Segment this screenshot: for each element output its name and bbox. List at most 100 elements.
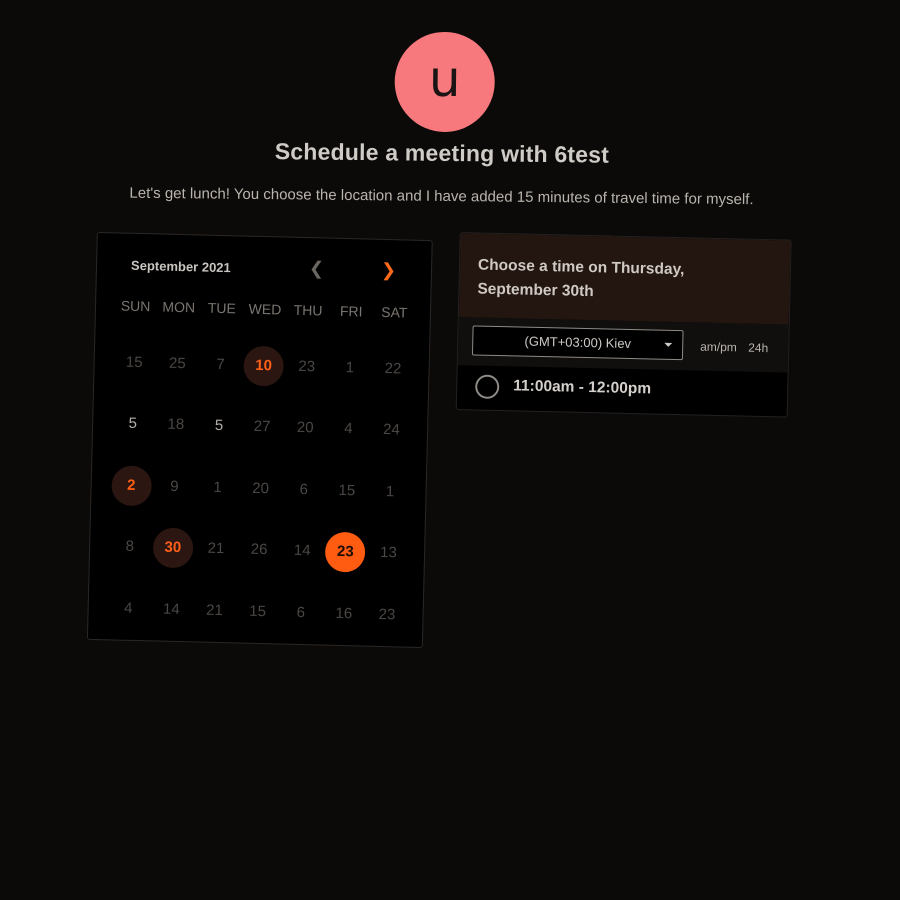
calendar-day-number: 20 xyxy=(252,479,270,497)
calendar-day-number: 1 xyxy=(213,478,222,496)
calendar-day: 8 xyxy=(107,516,152,579)
calendar-day-number: 27 xyxy=(253,418,271,436)
calendar-day: 24 xyxy=(369,399,414,462)
calendar-day-number: 6 xyxy=(296,603,306,621)
calendar-day-available[interactable]: 30 xyxy=(151,517,196,580)
calendar-day: 23 xyxy=(284,336,329,399)
calendar-day-number: 10 xyxy=(243,345,285,387)
calendar-day: 20 xyxy=(283,397,328,460)
weekday-label: THU xyxy=(293,301,323,319)
calendar-day-number: 14 xyxy=(293,542,311,560)
calendar-day-number: 15 xyxy=(338,481,356,500)
calendar-day: 15 xyxy=(235,580,280,643)
calendar-day-number: 30 xyxy=(152,527,194,569)
weekday-label: SUN xyxy=(120,297,151,315)
calendar-day[interactable]: 5 xyxy=(110,393,155,456)
calendar-day: 14 xyxy=(149,578,194,641)
calendar-day: 26 xyxy=(237,519,282,582)
calendar-day: 1 xyxy=(368,461,413,524)
calendar-day: 27 xyxy=(240,396,285,459)
calendar-day-number: 4 xyxy=(123,599,133,617)
calendar-day-number: 21 xyxy=(205,601,224,619)
avatar: u xyxy=(394,31,496,133)
calendar-day: 9 xyxy=(152,455,197,518)
calendar-day-number: 1 xyxy=(345,358,355,377)
calendar-weekdays: SUN MON TUE WED THU FRI SAT xyxy=(114,297,416,321)
calendar-day[interactable]: 5 xyxy=(197,395,242,458)
calendar-day-number: 26 xyxy=(250,541,268,559)
calendar-day-number: 13 xyxy=(379,544,398,562)
calendar-day: 21 xyxy=(194,518,239,581)
calendar-day-number: 5 xyxy=(128,415,138,433)
calendar-day: 4 xyxy=(326,398,371,461)
time-panel: Choose a time on Thursday, September 30t… xyxy=(455,232,792,418)
calendar-day: 15 xyxy=(112,331,157,394)
booking-page: u Schedule a meeting with 6test Let's ge… xyxy=(0,0,900,900)
calendar-day: 1 xyxy=(328,337,373,400)
calendar-day-selected[interactable]: 23 xyxy=(323,521,368,584)
calendar-day: 18 xyxy=(154,394,199,457)
calendar-day: 16 xyxy=(322,583,367,646)
weekday-label: WED xyxy=(248,300,282,318)
calendar-day: 1 xyxy=(195,456,240,519)
weekday-label: FRI xyxy=(339,302,363,320)
calendar-day: 22 xyxy=(371,338,416,401)
calendar-day: 7 xyxy=(198,333,243,396)
calendar-day: 6 xyxy=(281,459,326,522)
format-ampm-toggle[interactable]: am/pm xyxy=(700,340,737,355)
calendar-day: 14 xyxy=(280,520,325,583)
weekday-label: TUE xyxy=(207,299,237,317)
calendar-day: 23 xyxy=(365,584,410,647)
timezone-bar: (GMT+03:00) Kiev am/pm 24h xyxy=(457,317,789,373)
page-subtitle: Let's get lunch! You choose the location… xyxy=(129,184,754,209)
calendar-day: 13 xyxy=(366,522,411,585)
timezone-value: (GMT+03:00) Kiev xyxy=(524,333,632,352)
calendar-day-number: 15 xyxy=(249,602,267,620)
calendar-day: 15 xyxy=(325,460,370,523)
calendar-day-number: 8 xyxy=(125,537,135,556)
calendar-day-number: 20 xyxy=(296,419,314,437)
time-panel-header: Choose a time on Thursday, September 30t… xyxy=(458,233,791,325)
calendar-day-available[interactable]: 2 xyxy=(109,454,154,517)
calendar-day: 20 xyxy=(238,458,283,521)
time-slot-label: 11:00am - 12:00pm xyxy=(513,377,652,398)
calendar-day-number: 21 xyxy=(207,540,225,558)
calendar-day-number: 23 xyxy=(324,531,366,573)
calendar-day-number: 25 xyxy=(168,354,186,372)
calendar-month-label: September 2021 xyxy=(130,257,231,276)
format-24h-toggle[interactable]: 24h xyxy=(748,341,768,355)
calendar-day-number: 6 xyxy=(299,480,309,498)
calendar-day-available[interactable]: 10 xyxy=(241,335,286,398)
page-title: Schedule a meeting with 6test xyxy=(274,138,610,168)
calendar-day: 6 xyxy=(278,582,323,645)
calendar-day: 25 xyxy=(155,332,200,395)
calendar-day-number: 9 xyxy=(169,477,179,495)
chevron-left-icon[interactable]: ❮ xyxy=(309,256,325,280)
calendar-day-number: 14 xyxy=(162,600,180,618)
calendar-day-number: 24 xyxy=(382,421,401,439)
weekday-label: SAT xyxy=(381,303,408,321)
calendar-day-number: 4 xyxy=(344,420,353,438)
weekday-label: MON xyxy=(162,298,196,316)
time-panel-title: Choose a time on Thursday, September 30t… xyxy=(477,256,685,301)
timezone-select[interactable]: (GMT+03:00) Kiev xyxy=(471,325,684,361)
calendar-grid: 15 25 7 10 23 1 22 5 18 5 27 20 4 24 2 9 1 20 6 15 1 8 30 21 26 1… xyxy=(106,331,415,646)
calendar-day-number: 5 xyxy=(214,417,224,435)
calendar-day-number: 15 xyxy=(125,353,143,371)
calendar-day-number: 2 xyxy=(110,465,152,507)
time-slot[interactable]: 11:00am - 12:00pm xyxy=(457,365,788,416)
caret-down-icon xyxy=(664,342,673,347)
calendar-day: 21 xyxy=(192,579,237,642)
page-header: u Schedule a meeting with 6test Let's ge… xyxy=(2,0,900,208)
calendar-day-number: 16 xyxy=(335,604,353,623)
calendar-day-number: 1 xyxy=(385,482,395,501)
calendar-day-number: 22 xyxy=(384,359,402,378)
calendar-day-number: 7 xyxy=(216,355,225,373)
chevron-right-icon[interactable]: ❯ xyxy=(381,258,397,282)
calendar-day-number: 23 xyxy=(298,357,316,376)
radio-icon[interactable] xyxy=(474,374,500,400)
calendar: September 2021 ❮ ❯ SUN MON TUE WED THU F… xyxy=(86,231,433,649)
calendar-day-number: 18 xyxy=(167,415,185,434)
calendar-day: 4 xyxy=(106,577,151,640)
calendar-day-number: 23 xyxy=(378,605,396,624)
